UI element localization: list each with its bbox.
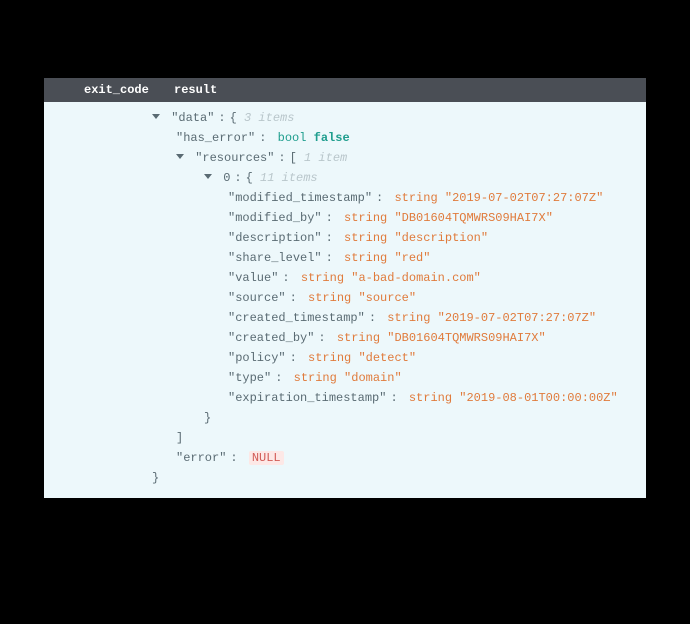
node-value: value: string a-bad-domain.com <box>56 268 634 288</box>
close-data: } <box>56 468 634 488</box>
json-tree: data:{ 3 items has_error: bool false res… <box>44 102 646 498</box>
type-bool: bool <box>278 131 307 145</box>
result-header: exit_code result <box>44 78 646 102</box>
key-has-error: has_error <box>176 131 255 145</box>
node-created-by: created_by: string DB01604TQMWRS09HAI7X <box>56 328 634 348</box>
count-resources: 1 item <box>304 151 347 165</box>
node-item-0[interactable]: 0:{ 11 items <box>56 168 634 188</box>
caret-down-icon <box>152 114 160 119</box>
result-panel: exit_code result data:{ 3 items has_erro… <box>44 78 646 498</box>
node-data[interactable]: data:{ 3 items <box>56 108 634 128</box>
node-expiration-timestamp: expiration_timestamp: string 2019-08-01T… <box>56 388 634 408</box>
node-modified-timestamp: modified_timestamp: string 2019-07-02T07… <box>56 188 634 208</box>
key-data: data <box>171 111 214 125</box>
node-share-level: share_level: string red <box>56 248 634 268</box>
header-result: result <box>174 83 217 97</box>
node-description: description: string description <box>56 228 634 248</box>
close-resources: ] <box>56 428 634 448</box>
node-error: error: NULL <box>56 448 634 468</box>
node-policy: policy: string detect <box>56 348 634 368</box>
node-has-error: has_error: bool false <box>56 128 634 148</box>
node-source: source: string source <box>56 288 634 308</box>
key-error: error <box>176 451 226 465</box>
value-has-error: false <box>314 131 350 145</box>
caret-down-icon <box>176 154 184 159</box>
node-resources[interactable]: resources:[ 1 item <box>56 148 634 168</box>
node-type: type: string domain <box>56 368 634 388</box>
node-modified-by: modified_by: string DB01604TQMWRS09HAI7X <box>56 208 634 228</box>
caret-down-icon <box>204 174 212 179</box>
header-exit-code: exit_code <box>84 83 174 97</box>
node-created-timestamp: created_timestamp: string 2019-07-02T07:… <box>56 308 634 328</box>
close-item-0: } <box>56 408 634 428</box>
value-error-null: NULL <box>249 451 284 465</box>
count-data: 3 items <box>244 111 294 125</box>
key-resources: resources <box>195 151 274 165</box>
count-item-0: 11 items <box>260 171 318 185</box>
